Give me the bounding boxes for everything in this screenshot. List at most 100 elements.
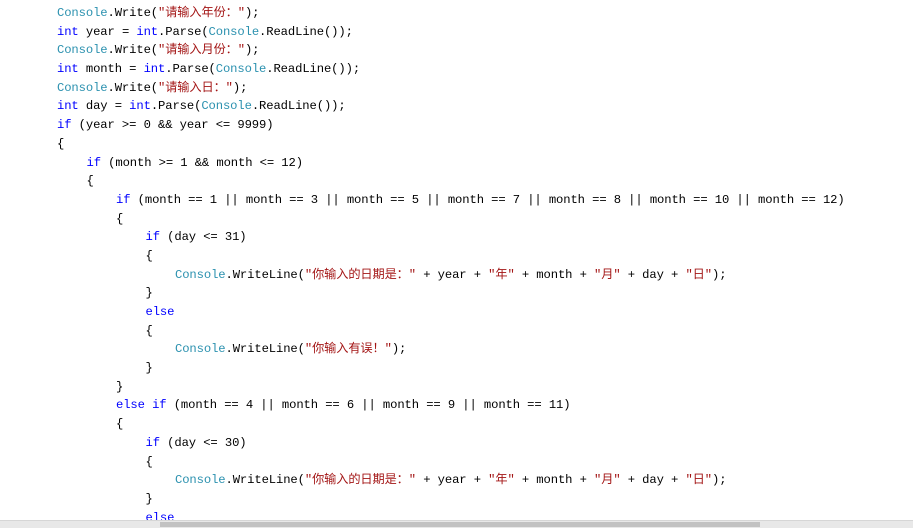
code-line: { [57,135,913,154]
code-keyword: int [136,24,159,39]
code-text: (month == 1 || month == 3 || month == 5 … [130,192,845,207]
code-text: (month >= 1 && month <= 12) [100,155,303,170]
code-line: { [57,322,913,341]
code-text: (day <= 30) [159,435,247,450]
code-keyword: else [145,305,175,319]
code-line: { [57,210,913,229]
code-string: "请输入年份：" [158,6,245,20]
code-text: } [145,361,153,376]
code-text: { [116,417,124,432]
code-line: int month = int.Parse(Console.ReadLine()… [57,60,913,79]
code-type-name: Console [57,6,108,20]
code-text: (day <= 31) [159,230,247,245]
code-text: { [86,174,94,189]
code-text: + month + [514,267,595,282]
code-type-name: Console [175,473,226,488]
code-string: "月" [594,473,621,488]
code-type-name: Console [57,80,108,95]
code-keyword: int [57,99,79,114]
code-line: Console.Write("请输入日："); [57,79,913,98]
code-text: ); [391,342,407,357]
code-text: .ReadLine()); [251,99,346,114]
code-text: .WriteLine( [225,342,305,357]
code-keyword: else if [116,398,167,413]
code-text: + year + [416,267,489,282]
code-keyword: int [143,62,166,77]
code-text: ); [244,6,260,20]
code-text: .WriteLine( [225,267,305,282]
code-keyword: if [86,155,102,170]
code-editor[interactable]: Console.Write("请输入年份："); int year = int.P… [57,4,913,525]
scrollbar-thumb[interactable] [160,522,760,527]
code-line: else if (month == 4 || month == 6 || mon… [57,396,913,415]
code-type-name: Console [215,62,267,77]
code-keyword: if [145,435,161,450]
code-text: } [116,379,124,394]
code-text: .ReadLine()); [259,24,353,39]
code-string: "日" [685,267,712,282]
code-string: "请输入月份：" [158,43,245,58]
code-text: ); [711,473,727,488]
code-line: { [57,247,913,266]
code-type-name: Console [175,342,226,357]
code-line: int year = int.Parse(Console.ReadLine())… [57,23,913,42]
code-string: "日" [685,473,712,488]
code-text: + year + [416,473,489,488]
code-text: } [145,491,153,506]
code-text: { [145,323,153,338]
code-string: "你输入的日期是：" [304,267,416,282]
code-line: if (day <= 30) [57,434,913,453]
code-text: { [116,211,124,226]
code-text: { [145,454,153,469]
code-line: Console.Write("请输入年份："); [57,4,913,23]
code-line: if (month == 1 || month == 3 || month ==… [57,191,913,210]
code-line: if (year >= 0 && year <= 9999) [57,116,913,135]
code-line: { [57,415,913,434]
code-type-name: Console [175,267,226,282]
code-text: .Parse( [165,62,216,77]
code-text: + day + [620,267,686,282]
code-text: (month == 4 || month == 6 || month == 9 … [166,398,571,413]
code-text: month = [78,62,144,77]
code-string: "请输入日：" [158,80,233,95]
code-line: Console.Write("请输入月份："); [57,41,913,60]
code-keyword: if [116,192,131,207]
code-line: if (day <= 31) [57,228,913,247]
code-text: day = [78,99,130,114]
code-text: + day + [620,473,686,488]
code-text: ); [244,43,260,58]
code-line: { [57,453,913,472]
code-keyword: if [57,118,72,133]
code-type-name: Console [201,99,252,114]
code-text: { [57,136,65,151]
code-line: } [57,490,913,509]
code-text: + month + [514,473,595,488]
code-text: .ReadLine()); [266,62,361,77]
code-text: .Write( [107,80,159,95]
code-text: ); [232,80,248,95]
code-text: { [145,248,153,263]
code-line: { [57,172,913,191]
code-keyword: int [57,62,79,77]
code-line: Console.WriteLine("你输入的日期是：" + year + "年… [57,471,913,490]
code-type-name: Console [57,43,108,58]
code-string: "月" [594,267,621,282]
code-text: .Write( [107,6,159,20]
code-keyword: int [57,24,79,39]
code-line: } [57,359,913,378]
code-line: Console.WriteLine("你输入的日期是：" + year + "年… [57,266,913,285]
code-text: .Parse( [158,24,209,39]
code-line: if (month >= 1 && month <= 12) [57,154,913,173]
code-line: else [57,303,913,322]
horizontal-scrollbar[interactable] [0,520,913,528]
code-line: } [57,284,913,303]
code-line: int day = int.Parse(Console.ReadLine()); [57,97,913,116]
code-string: "年" [488,473,515,488]
code-text: .Write( [107,43,159,58]
code-line: } [57,378,913,397]
code-string: "你输入的日期是：" [304,473,416,488]
code-text: } [145,286,153,301]
code-text: .WriteLine( [225,473,305,488]
code-keyword: if [145,230,161,245]
code-string: "你输入有误！" [304,342,392,357]
